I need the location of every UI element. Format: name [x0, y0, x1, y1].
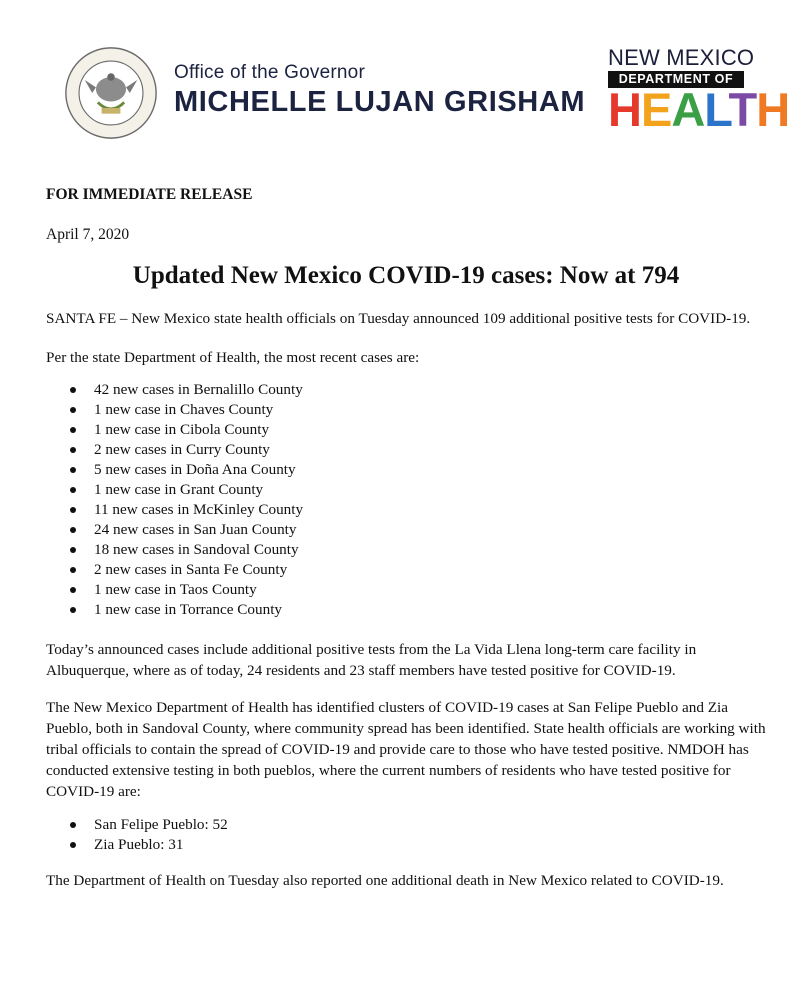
- doh-logo-health: HEALTH: [608, 86, 790, 133]
- list-item: 24 new cases in San Juan County: [46, 520, 766, 540]
- list-item: 2 new cases in Santa Fe County: [46, 560, 766, 580]
- bullet-icon: [70, 427, 76, 433]
- bullet-icon: [70, 387, 76, 393]
- list-item-text: 2 new cases in Santa Fe County: [94, 561, 288, 578]
- list-item: 18 new cases in Sandoval County: [46, 540, 766, 560]
- list-item-text: 2 new cases in Curry County: [94, 441, 270, 458]
- state-seal-icon: [65, 47, 157, 139]
- list-item-text: 1 new case in Grant County: [94, 481, 264, 498]
- bullet-icon: [70, 822, 76, 828]
- bullet-icon: [70, 547, 76, 553]
- list-item-text: Zia Pueblo: 31: [94, 836, 184, 853]
- list-item-text: 1 new case in Cibola County: [94, 421, 270, 438]
- bullet-icon: [70, 607, 76, 613]
- release-title: Updated New Mexico COVID-19 cases: Now a…: [132, 262, 680, 289]
- list-item: 5 new cases in Doña Ana County: [46, 460, 766, 480]
- list-item: 1 new case in Torrance County: [46, 600, 766, 620]
- list-item: 2 new cases in Curry County: [46, 440, 766, 460]
- bullet-icon: [70, 587, 76, 593]
- county-cases-list: 42 new cases in Bernalillo County 1 new c…: [46, 380, 766, 620]
- lead-paragraph: SANTA FE – New Mexico state health offic…: [46, 310, 751, 327]
- list-item: 1 new case in Taos County: [46, 580, 766, 600]
- list-item-text: 1 new case in Torrance County: [94, 601, 283, 618]
- bullet-icon: [70, 447, 76, 453]
- list-item-text: 24 new cases in San Juan County: [94, 521, 297, 538]
- list-item-text: 18 new cases in Sandoval County: [94, 541, 299, 558]
- list-item: 11 new cases in McKinley County: [46, 500, 766, 520]
- office-of-governor-label: Office of the Governor: [174, 62, 365, 83]
- doh-logo-letter: H: [756, 83, 790, 136]
- pueblo-cases-list: San Felipe Pueblo: 52 Zia Pueblo: 31: [46, 815, 766, 855]
- list-item: 1 new case in Cibola County: [46, 420, 766, 440]
- list-item: 1 new case in Grant County: [46, 480, 766, 500]
- care-facility-paragraph: Today’s announced cases include addition…: [46, 641, 697, 679]
- bullet-icon: [70, 842, 76, 848]
- list-item: Zia Pueblo: 31: [46, 835, 766, 855]
- list-item-text: 11 new cases in McKinley County: [94, 501, 304, 518]
- doh-logo-letter: T: [728, 83, 758, 136]
- death-report-paragraph: The Department of Health on Tuesday also…: [46, 872, 724, 889]
- pueblo-clusters-paragraph: The New Mexico Department of Health has …: [46, 699, 766, 800]
- bullet-icon: [70, 567, 76, 573]
- list-item-text: 42 new cases in Bernalillo County: [94, 381, 303, 398]
- release-label: FOR IMMEDIATE RELEASE: [46, 186, 253, 203]
- bullet-icon: [70, 527, 76, 533]
- release-date: April 7, 2020: [46, 226, 130, 243]
- doh-logo-letter: E: [640, 83, 672, 136]
- governor-name: MICHELLE LUJAN GRISHAM: [174, 86, 586, 118]
- list-item-text: San Felipe Pueblo: 52: [94, 816, 228, 833]
- list-item: San Felipe Pueblo: 52: [46, 815, 766, 835]
- department-of-health-logo: NEW MEXICO DEPARTMENT OF HEALTH: [608, 45, 790, 133]
- bullet-icon: [70, 487, 76, 493]
- list-item: 42 new cases in Bernalillo County: [46, 380, 766, 400]
- doh-logo-letter: A: [671, 83, 705, 136]
- list-item-text: 1 new case in Chaves County: [94, 401, 274, 418]
- list-item-text: 5 new cases in Doña Ana County: [94, 461, 296, 478]
- doh-logo-new-mexico: NEW MEXICO: [608, 45, 755, 70]
- bullet-icon: [70, 407, 76, 413]
- list-item-text: 1 new case in Taos County: [94, 581, 257, 598]
- press-release: FOR IMMEDIATE RELEASE April 7, 2020 Upda…: [46, 186, 766, 891]
- letterhead: Office of the Governor MICHELLE LUJAN GR…: [0, 0, 810, 160]
- doh-logo-letter: L: [704, 83, 729, 136]
- doh-logo-letter: H: [608, 83, 642, 136]
- governor-office-block: Office of the Governor MICHELLE LUJAN GR…: [174, 62, 585, 119]
- bullet-icon: [70, 467, 76, 473]
- cases-intro-paragraph: Per the state Department of Health, the …: [46, 349, 420, 366]
- list-item: 1 new case in Chaves County: [46, 400, 766, 420]
- bullet-icon: [70, 507, 76, 513]
